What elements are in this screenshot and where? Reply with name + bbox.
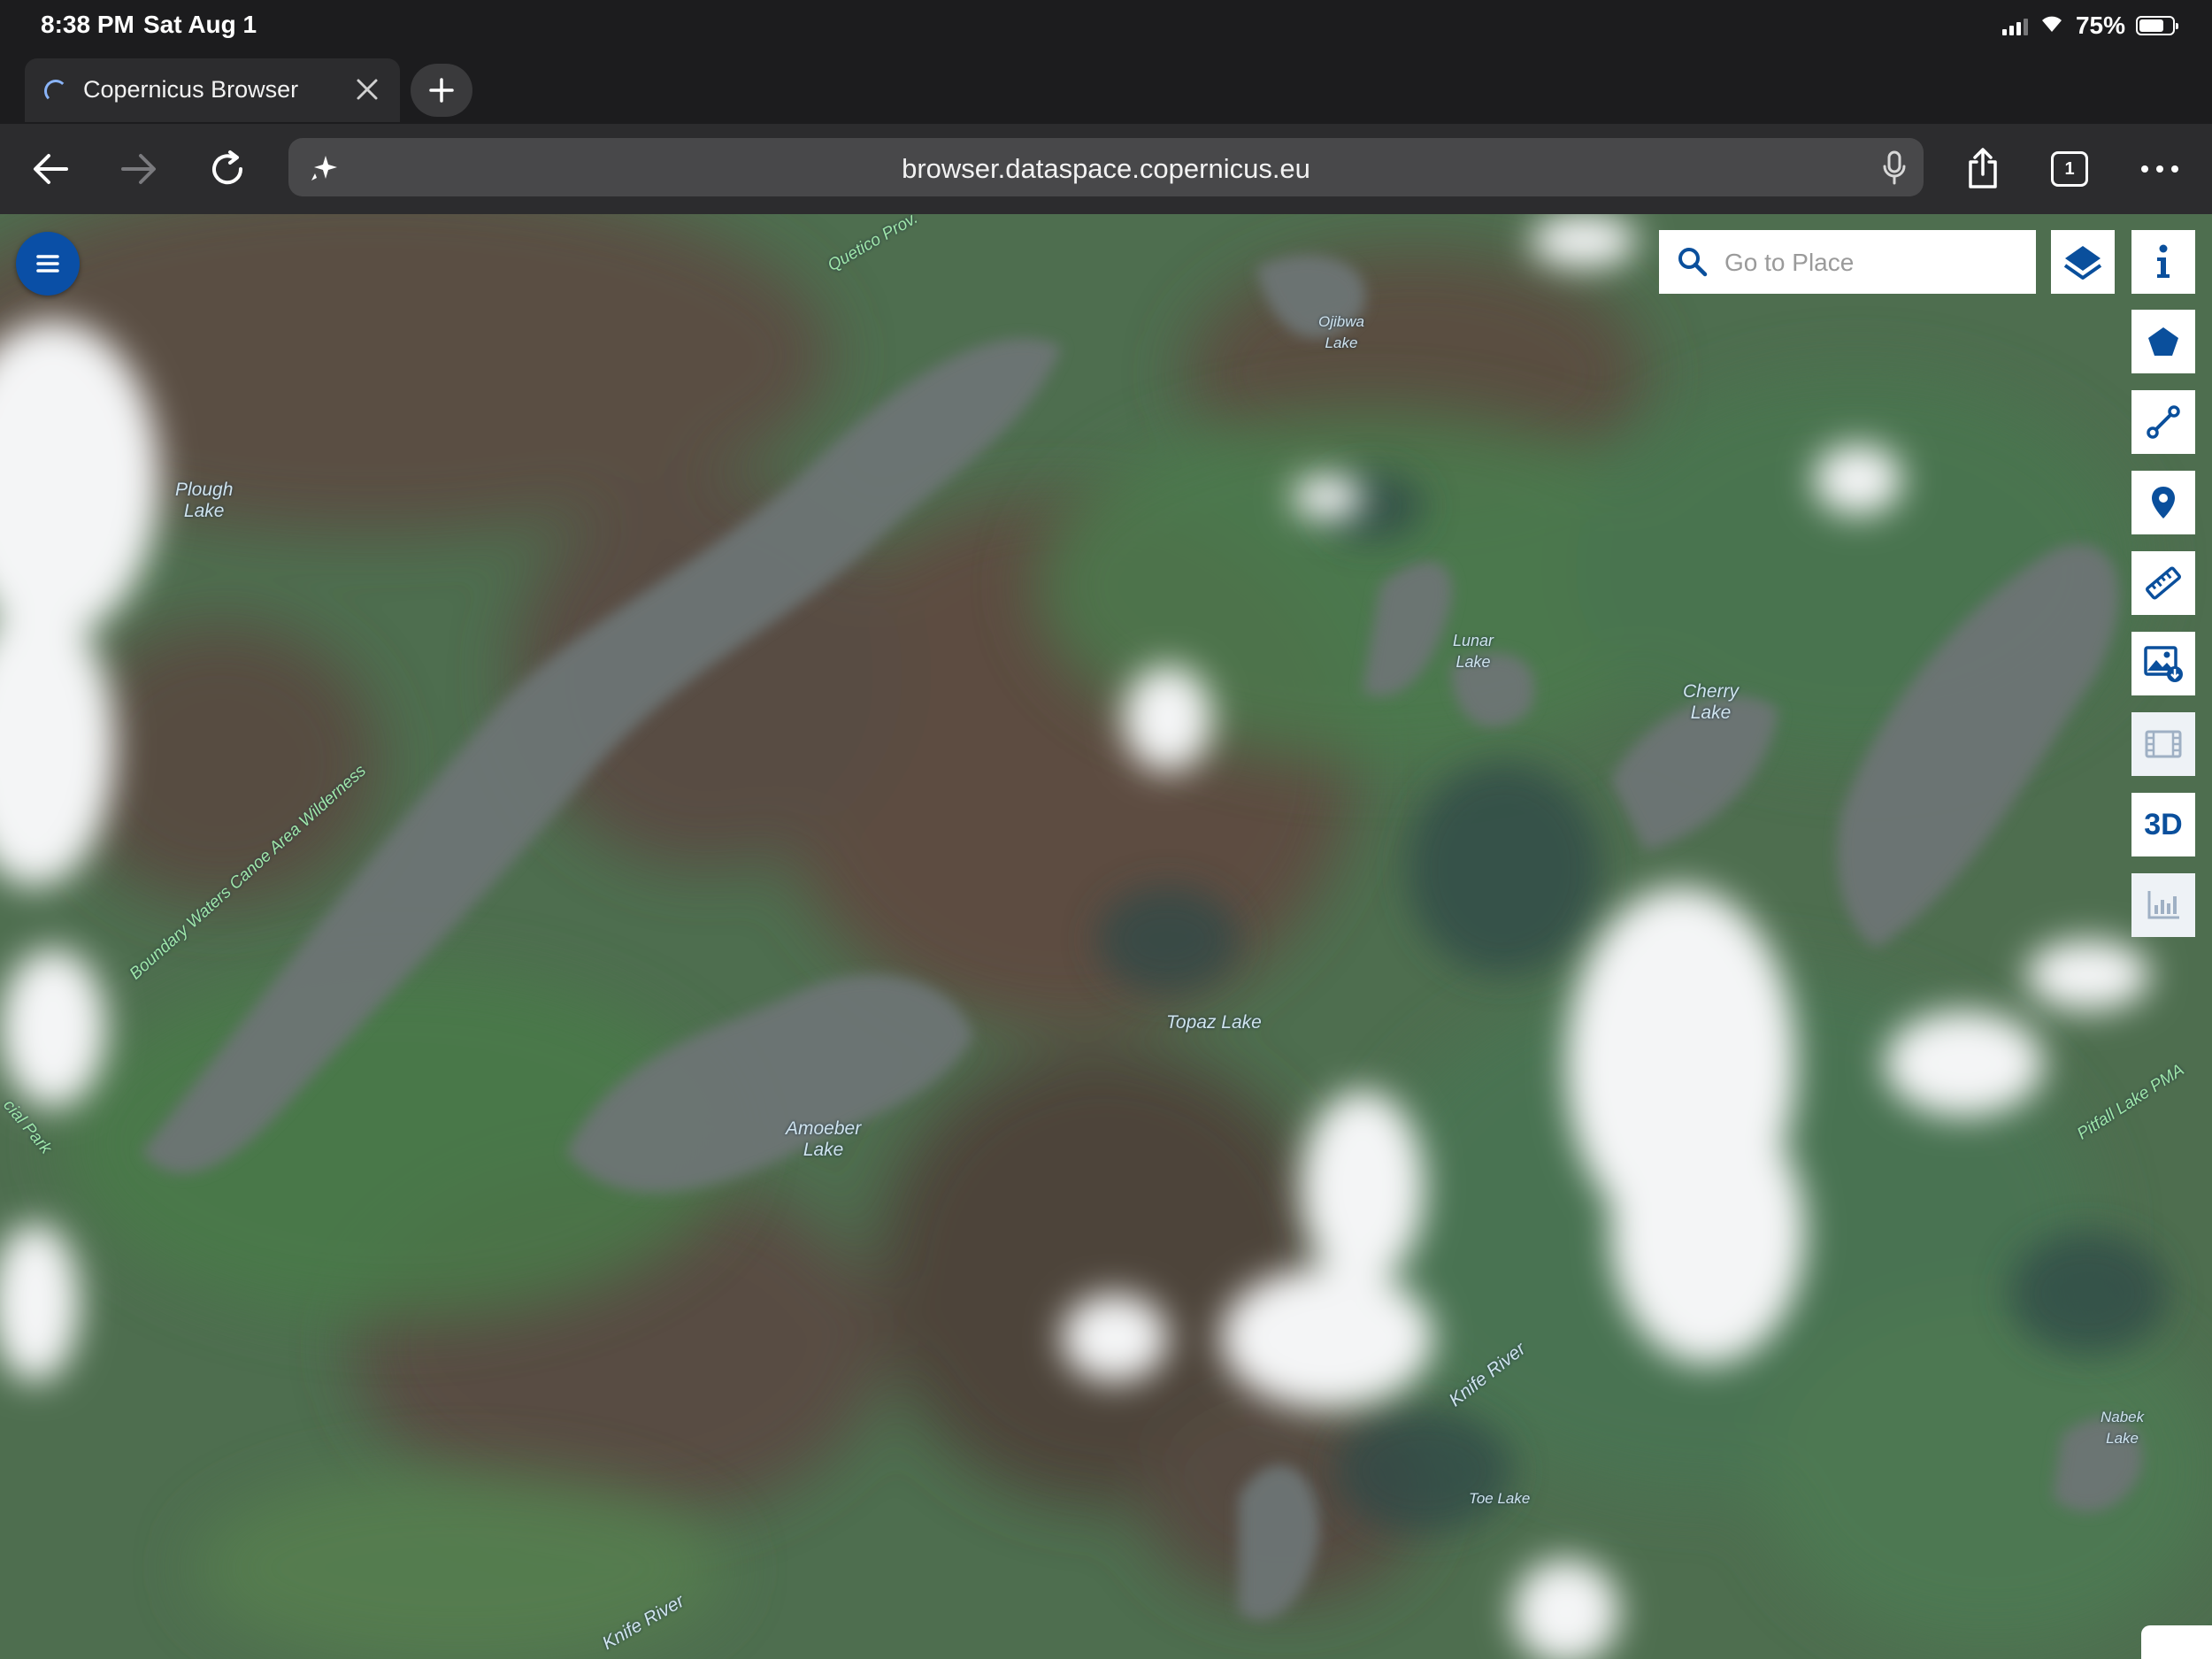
info-icon [2157, 244, 2170, 278]
line-icon [2147, 405, 2180, 439]
back-button[interactable] [19, 138, 81, 200]
layers-icon [2063, 246, 2102, 280]
browser-tab[interactable]: Copernicus Browser [25, 58, 400, 122]
map-label-amoeber-lake: Amoeber Lake [786, 1118, 862, 1160]
map-label-cherry-lake: Cherry Lake [1683, 681, 1740, 723]
ruler-icon [2146, 566, 2181, 600]
map-label-nabek-lake: Nabek Lake [2101, 1409, 2145, 1447]
map-label-lunar-lake: Lunar Lake [1453, 632, 1494, 671]
film-icon [2145, 730, 2182, 758]
more-icon [2141, 165, 2178, 173]
measure-button[interactable] [2131, 551, 2195, 615]
map-label-toe-lake: Toe Lake [1469, 1490, 1531, 1507]
place-marker-button[interactable] [2131, 471, 2195, 534]
satellite-imagery[interactable] [0, 214, 2212, 1659]
share-button[interactable] [1952, 138, 2014, 200]
tab-title: Copernicus Browser [83, 76, 299, 103]
wifi-icon [2039, 12, 2065, 40]
timeline-toggle[interactable] [2141, 1625, 2212, 1659]
status-indicators: 75% [2001, 11, 2178, 41]
status-bar: 8:38 PM Sat Aug 1 75% [0, 0, 2212, 53]
timelapse-button[interactable] [2131, 712, 2195, 776]
map-label-ojibwa-lake: Ojibwa Lake [1318, 313, 1364, 351]
go-to-place-search [1659, 230, 2036, 296]
hamburger-icon [36, 255, 59, 273]
cellular-signal-icon [2001, 16, 2028, 35]
satellite-map[interactable]: Plough Lake Ojibwa Lake Lunar Lake Cherr… [0, 214, 2212, 1659]
battery-percent: 75% [2075, 12, 2125, 39]
back-icon [34, 154, 68, 184]
share-icon [1969, 148, 1997, 188]
reload-icon [212, 150, 243, 185]
map-label-topaz-lake: Topaz Lake [1166, 1012, 1262, 1033]
polygon-icon [2148, 327, 2178, 356]
status-date: Sat Aug 1 [143, 11, 257, 38]
url-text[interactable]: browser.dataspace.copernicus.eu [288, 153, 1924, 185]
close-icon [357, 79, 378, 100]
pin-icon [2152, 487, 2175, 518]
more-button[interactable] [2129, 138, 2191, 200]
new-tab-button[interactable] [411, 64, 472, 117]
image-download-button[interactable] [2131, 632, 2195, 695]
tab-close-button[interactable] [350, 73, 384, 106]
search-input[interactable] [1723, 230, 2027, 296]
chart-icon [2147, 891, 2179, 919]
3d-label: 3D [2144, 807, 2183, 841]
info-button[interactable] [2131, 230, 2195, 294]
draw-polygon-button[interactable] [2131, 310, 2195, 373]
tabs-button[interactable]: 1 [2051, 151, 2088, 187]
menu-button[interactable] [16, 232, 80, 296]
map-label-plough-lake: Plough Lake [175, 480, 234, 521]
loading-spinner-icon [44, 80, 67, 103]
mic-icon[interactable] [1881, 150, 1908, 190]
battery-icon [2136, 16, 2178, 35]
plus-icon [429, 78, 454, 103]
layers-button[interactable] [2051, 230, 2115, 294]
3d-view-button[interactable]: 3D [2131, 793, 2195, 856]
forward-button[interactable] [108, 138, 170, 200]
status-time: 8:38 PM [41, 11, 134, 38]
forward-icon [121, 154, 156, 184]
address-bar[interactable]: browser.dataspace.copernicus.eu [288, 138, 1924, 196]
search-icon [1678, 248, 1708, 277]
image-download-icon [2144, 646, 2183, 682]
browser-toolbar: browser.dataspace.copernicus.eu 1 [0, 124, 2212, 214]
reload-button[interactable] [196, 138, 258, 200]
draw-line-button[interactable] [2131, 390, 2195, 454]
statistics-button[interactable] [2131, 873, 2195, 937]
tab-strip: Copernicus Browser [0, 53, 2212, 124]
